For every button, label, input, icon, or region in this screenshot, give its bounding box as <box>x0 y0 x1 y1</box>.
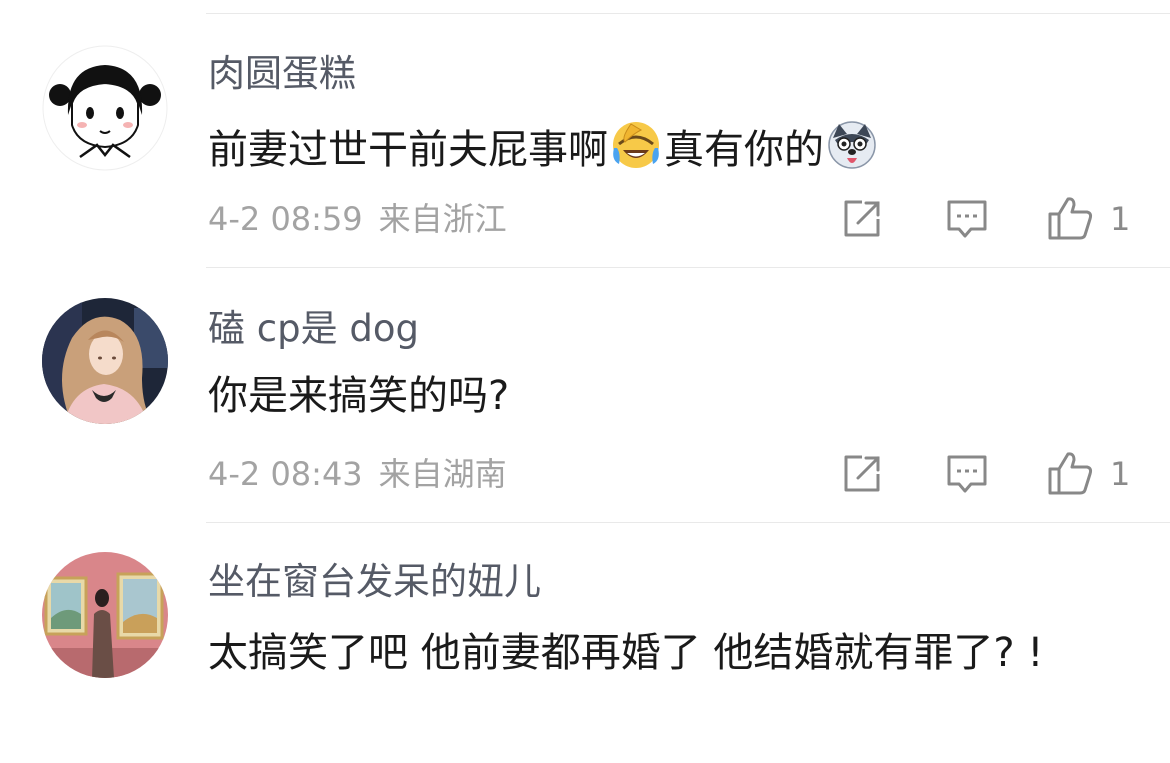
husky-dog-emoji-icon <box>827 120 877 170</box>
divider <box>206 522 1170 523</box>
comment-location: 来自浙江 <box>378 200 507 238</box>
divider-top <box>206 13 1170 14</box>
comment-text: 太搞笑了吧 他前妻都再婚了 他结婚就有罪了? ! <box>208 630 1044 676</box>
reply-icon[interactable] <box>945 452 989 496</box>
laughing-tears-emoji-icon <box>611 120 661 170</box>
thumbs-up-icon[interactable] <box>1046 450 1094 496</box>
comment-date: 4-2 08:43 <box>208 455 363 493</box>
reply-icon[interactable] <box>945 197 989 241</box>
username[interactable]: 磕 cp是 dog <box>208 310 419 347</box>
comment-meta: 4-2 08:43 来自湖南 <box>208 458 523 490</box>
avatar[interactable] <box>42 45 168 171</box>
comment-location: 来自湖南 <box>378 455 507 493</box>
comment-text: 前妻过世干前夫屁事啊 真有你的 <box>208 120 880 170</box>
share-icon[interactable] <box>840 197 884 241</box>
comment-meta: 4-2 08:59 来自浙江 <box>208 203 523 235</box>
comment-date: 4-2 08:59 <box>208 200 363 238</box>
avatar[interactable] <box>42 552 168 678</box>
thumbs-up-icon[interactable] <box>1046 195 1094 241</box>
divider <box>206 267 1170 268</box>
comment-text: 你是来搞笑的吗? <box>208 373 510 419</box>
comment-text-part: 前妻过世干前夫屁事啊 <box>208 127 608 173</box>
avatar[interactable] <box>42 298 168 424</box>
like-count: 1 <box>1110 455 1131 493</box>
username[interactable]: 肉圆蛋糕 <box>208 55 356 92</box>
like-count: 1 <box>1110 200 1131 238</box>
comment-text-part: 真有你的 <box>664 127 824 173</box>
username[interactable]: 坐在窗台发呆的妞儿 <box>208 563 541 600</box>
share-icon[interactable] <box>840 452 884 496</box>
